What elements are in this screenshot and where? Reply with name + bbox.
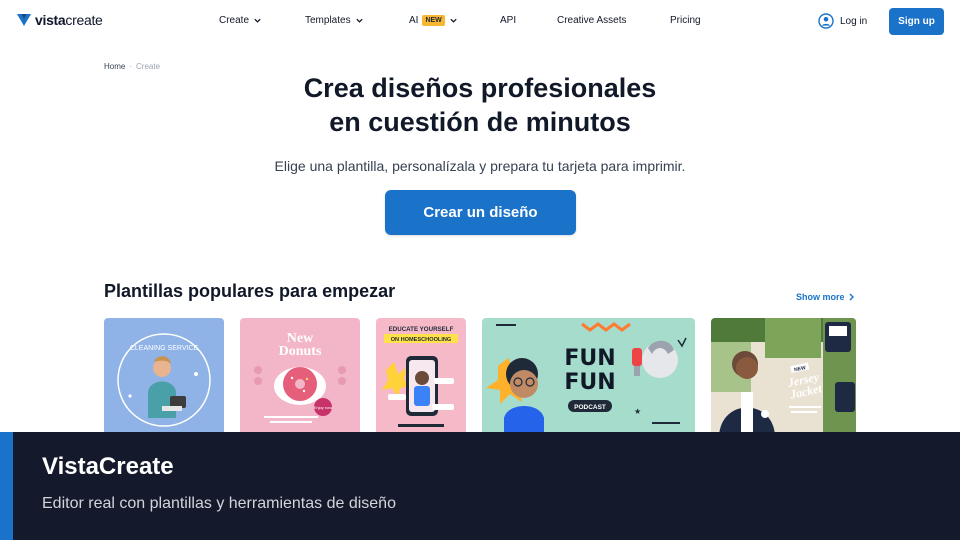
user-circle-icon <box>818 13 834 29</box>
template-card-cleaning-service[interactable]: CLEANING SERVICE <box>104 318 224 436</box>
nav-item-api[interactable]: API <box>500 15 516 26</box>
breadcrumb: Home · Create <box>104 62 160 71</box>
nav-item-pricing[interactable]: Pricing <box>670 15 701 26</box>
title-line-2: en cuestión de minutos <box>329 107 631 137</box>
login-link[interactable]: Log in <box>818 13 867 29</box>
breadcrumb-separator: · <box>129 62 133 71</box>
title-line-1: Crea diseños profesionales <box>303 73 657 103</box>
template-thumbnail: EDUCATE YOURSELF ON HOMESCHOOLING <box>376 318 466 436</box>
nav-label: Creative Assets <box>557 15 627 26</box>
overlay-accent-bar <box>0 432 13 540</box>
card-sticker: Enjoy now <box>314 405 333 410</box>
page-title: Crea diseños profesionales en cuestión d… <box>200 71 760 139</box>
create-design-button[interactable]: Crear un diseño <box>385 190 576 235</box>
overlay-description: Editor real con plantillas y herramienta… <box>42 495 396 512</box>
sign-up-button[interactable]: Sign up <box>889 8 944 35</box>
card-title-line-2: FUN <box>564 370 615 395</box>
nav-label: Pricing <box>670 15 701 26</box>
card-title-line-1: FUN <box>564 346 615 371</box>
nav-item-ai[interactable]: AI NEW <box>409 15 458 26</box>
nav-label: AI <box>409 15 419 26</box>
nav-item-templates[interactable]: Templates <box>305 15 364 26</box>
template-card-jersey-jacket[interactable]: NEW Jersey Jacket <box>711 318 856 436</box>
template-thumbnail: CLEANING SERVICE <box>104 318 224 436</box>
nav-label: Templates <box>305 15 351 26</box>
template-thumbnail: FUN FUN PODCAST ★ <box>482 318 695 436</box>
card-title-line-2: Donuts <box>279 344 322 359</box>
svg-text:★: ★ <box>634 407 641 416</box>
nav-item-create[interactable]: Create <box>219 15 262 26</box>
section-title: Plantillas populares para empezar <box>104 281 396 301</box>
template-thumbnail: New Donuts Enjoy now <box>240 318 360 436</box>
template-card-new-donuts[interactable]: New Donuts Enjoy now <box>240 318 360 436</box>
hero-subtitle: Elige una plantilla, personalízala y pre… <box>274 158 686 174</box>
nav-label: API <box>500 15 517 26</box>
vista-logo-icon <box>17 14 31 26</box>
chevron-down-icon <box>450 18 457 23</box>
vistacreate-logo[interactable]: vistacreate <box>16 12 103 28</box>
card-text: CLEANING SERVICE <box>130 345 199 352</box>
nav-item-creative-assets[interactable]: Creative Assets <box>557 15 626 26</box>
overlay-title: VistaCreate <box>42 453 174 480</box>
login-label: Log in <box>840 15 868 27</box>
top-navigation-bar: vistacreate Create Templates AI NEW API … <box>0 0 960 42</box>
chevron-right-icon <box>849 293 854 301</box>
template-card-homeschooling[interactable]: EDUCATE YOURSELF ON HOMESCHOOLING <box>376 318 466 436</box>
nav-label: Create <box>219 15 250 26</box>
card-tag: PODCAST <box>574 404 606 411</box>
template-thumbnail: NEW Jersey Jacket <box>711 318 856 436</box>
new-badge: NEW <box>422 15 445 26</box>
card-title-line-1: EDUCATE YOURSELF <box>389 326 454 333</box>
caption-overlay: VistaCreate Editor real con plantillas y… <box>0 432 960 540</box>
show-more-label: Show more <box>796 292 845 302</box>
template-card-fun-fun-podcast[interactable]: FUN FUN PODCAST ★ <box>482 318 695 436</box>
logo-wordmark: vistacreate <box>35 12 103 28</box>
card-title-line-2: ON HOMESCHOOLING <box>391 337 452 343</box>
breadcrumb-home[interactable]: Home <box>104 62 125 71</box>
chevron-down-icon <box>355 18 363 23</box>
breadcrumb-current: Create <box>136 62 161 71</box>
show-more-link[interactable]: Show more <box>796 292 855 302</box>
chevron-down-icon <box>254 18 261 23</box>
